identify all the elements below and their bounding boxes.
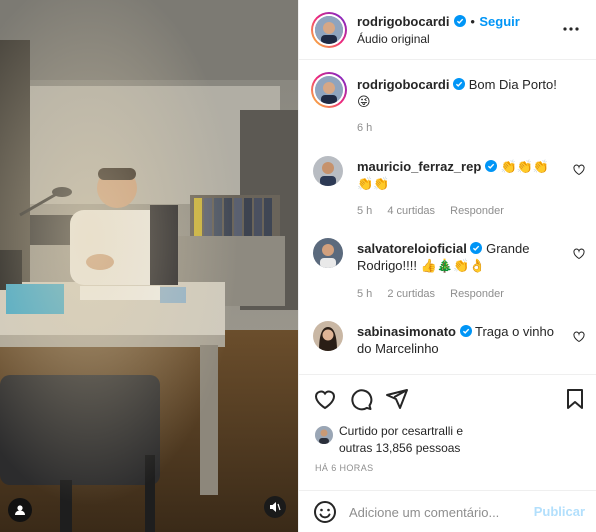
- comment-avatar[interactable]: [313, 321, 343, 351]
- post-actions: Curtido por cesartralli e outras 13,856 …: [299, 374, 596, 494]
- comment-username[interactable]: salvatoreloioficial: [357, 241, 467, 256]
- story-ring[interactable]: [311, 12, 347, 48]
- liked-others[interactable]: outras 13,856 pessoas: [339, 441, 460, 455]
- comment-bubble-icon[interactable]: [349, 387, 373, 411]
- separator-dot: •: [470, 14, 475, 29]
- like-comment-heart-icon[interactable]: [573, 164, 585, 176]
- comment-username[interactable]: sabinasimonato: [357, 324, 456, 339]
- comment-username[interactable]: mauricio_ferraz_rep: [357, 159, 481, 174]
- comment-avatar[interactable]: [313, 156, 343, 186]
- caption-emoji: 😜: [357, 94, 371, 109]
- liked-by-text: Curtido por cesartralli e outras 13,856 …: [339, 423, 463, 457]
- liked-prefix: Curtido por: [339, 424, 399, 438]
- post-media[interactable]: [0, 0, 298, 532]
- verified-badge-icon: [484, 160, 497, 172]
- tagged-user-icon[interactable]: [8, 498, 32, 522]
- reply-button[interactable]: Responder: [450, 205, 504, 217]
- emoji-picker-icon[interactable]: [313, 500, 337, 524]
- caption-author[interactable]: rodrigobocardi: [357, 77, 449, 92]
- comment-input[interactable]: [349, 501, 529, 523]
- verified-badge-icon: [459, 325, 472, 337]
- post-age[interactable]: HÁ 6 HORAS: [315, 463, 374, 473]
- liked-user[interactable]: cesartralli: [402, 424, 453, 438]
- caption-body: Bom Dia Porto!: [468, 77, 557, 92]
- comment-text: sabinasimonato Traga o vinho do Marcelin…: [357, 323, 562, 357]
- comment-meta: 5 h 2 curtidas Responder: [357, 288, 516, 300]
- add-comment-bar: Publicar: [299, 490, 596, 532]
- comment-time: 5 h: [357, 288, 373, 300]
- publish-button[interactable]: Publicar: [534, 504, 585, 519]
- comments-list[interactable]: rodrigobocardi Bom Dia Porto! 😜 6 h maur…: [299, 60, 596, 374]
- liked-and: e: [456, 424, 464, 438]
- author-avatar: [315, 16, 343, 44]
- comment-text: salvatoreloioficial Grande Rodrigo!!!! 👍…: [357, 240, 562, 274]
- comment-meta: 5 h 4 curtidas Responder: [357, 205, 516, 217]
- comment-likes[interactable]: 2 curtidas: [387, 288, 435, 300]
- post-sidebar: rodrigobocardi • Seguir Áudio original r…: [298, 0, 596, 532]
- post-header: rodrigobocardi • Seguir Áudio original: [299, 0, 596, 60]
- author-username[interactable]: rodrigobocardi: [357, 14, 449, 29]
- liker-avatar[interactable]: [315, 426, 333, 444]
- comment-likes[interactable]: 4 curtidas: [387, 205, 435, 217]
- caption-text: rodrigobocardi Bom Dia Porto! 😜: [357, 76, 562, 110]
- office-photo: [0, 0, 298, 532]
- verified-badge-icon: [453, 78, 466, 90]
- follow-button[interactable]: Seguir: [479, 14, 519, 29]
- like-comment-heart-icon[interactable]: [573, 331, 585, 343]
- comment-time: 5 h: [357, 205, 373, 217]
- like-comment-heart-icon[interactable]: [573, 248, 585, 260]
- comment-avatar[interactable]: [313, 238, 343, 268]
- save-bookmark-icon[interactable]: [563, 387, 587, 411]
- share-paper-plane-icon[interactable]: [385, 387, 409, 411]
- caption-story-ring[interactable]: [311, 72, 347, 108]
- caption-author-avatar: [315, 76, 343, 104]
- caption-time: 6 h: [357, 122, 373, 134]
- sound-toggle-icon[interactable]: [264, 496, 286, 518]
- audio-label[interactable]: Áudio original: [357, 32, 430, 46]
- more-options-icon[interactable]: [561, 22, 581, 36]
- like-heart-icon[interactable]: [313, 387, 337, 411]
- verified-badge-icon: [453, 15, 466, 27]
- reply-button[interactable]: Responder: [450, 288, 504, 300]
- verified-badge-icon: [470, 242, 483, 254]
- comment-text: mauricio_ferraz_rep 👏👏👏👏👏: [357, 158, 562, 192]
